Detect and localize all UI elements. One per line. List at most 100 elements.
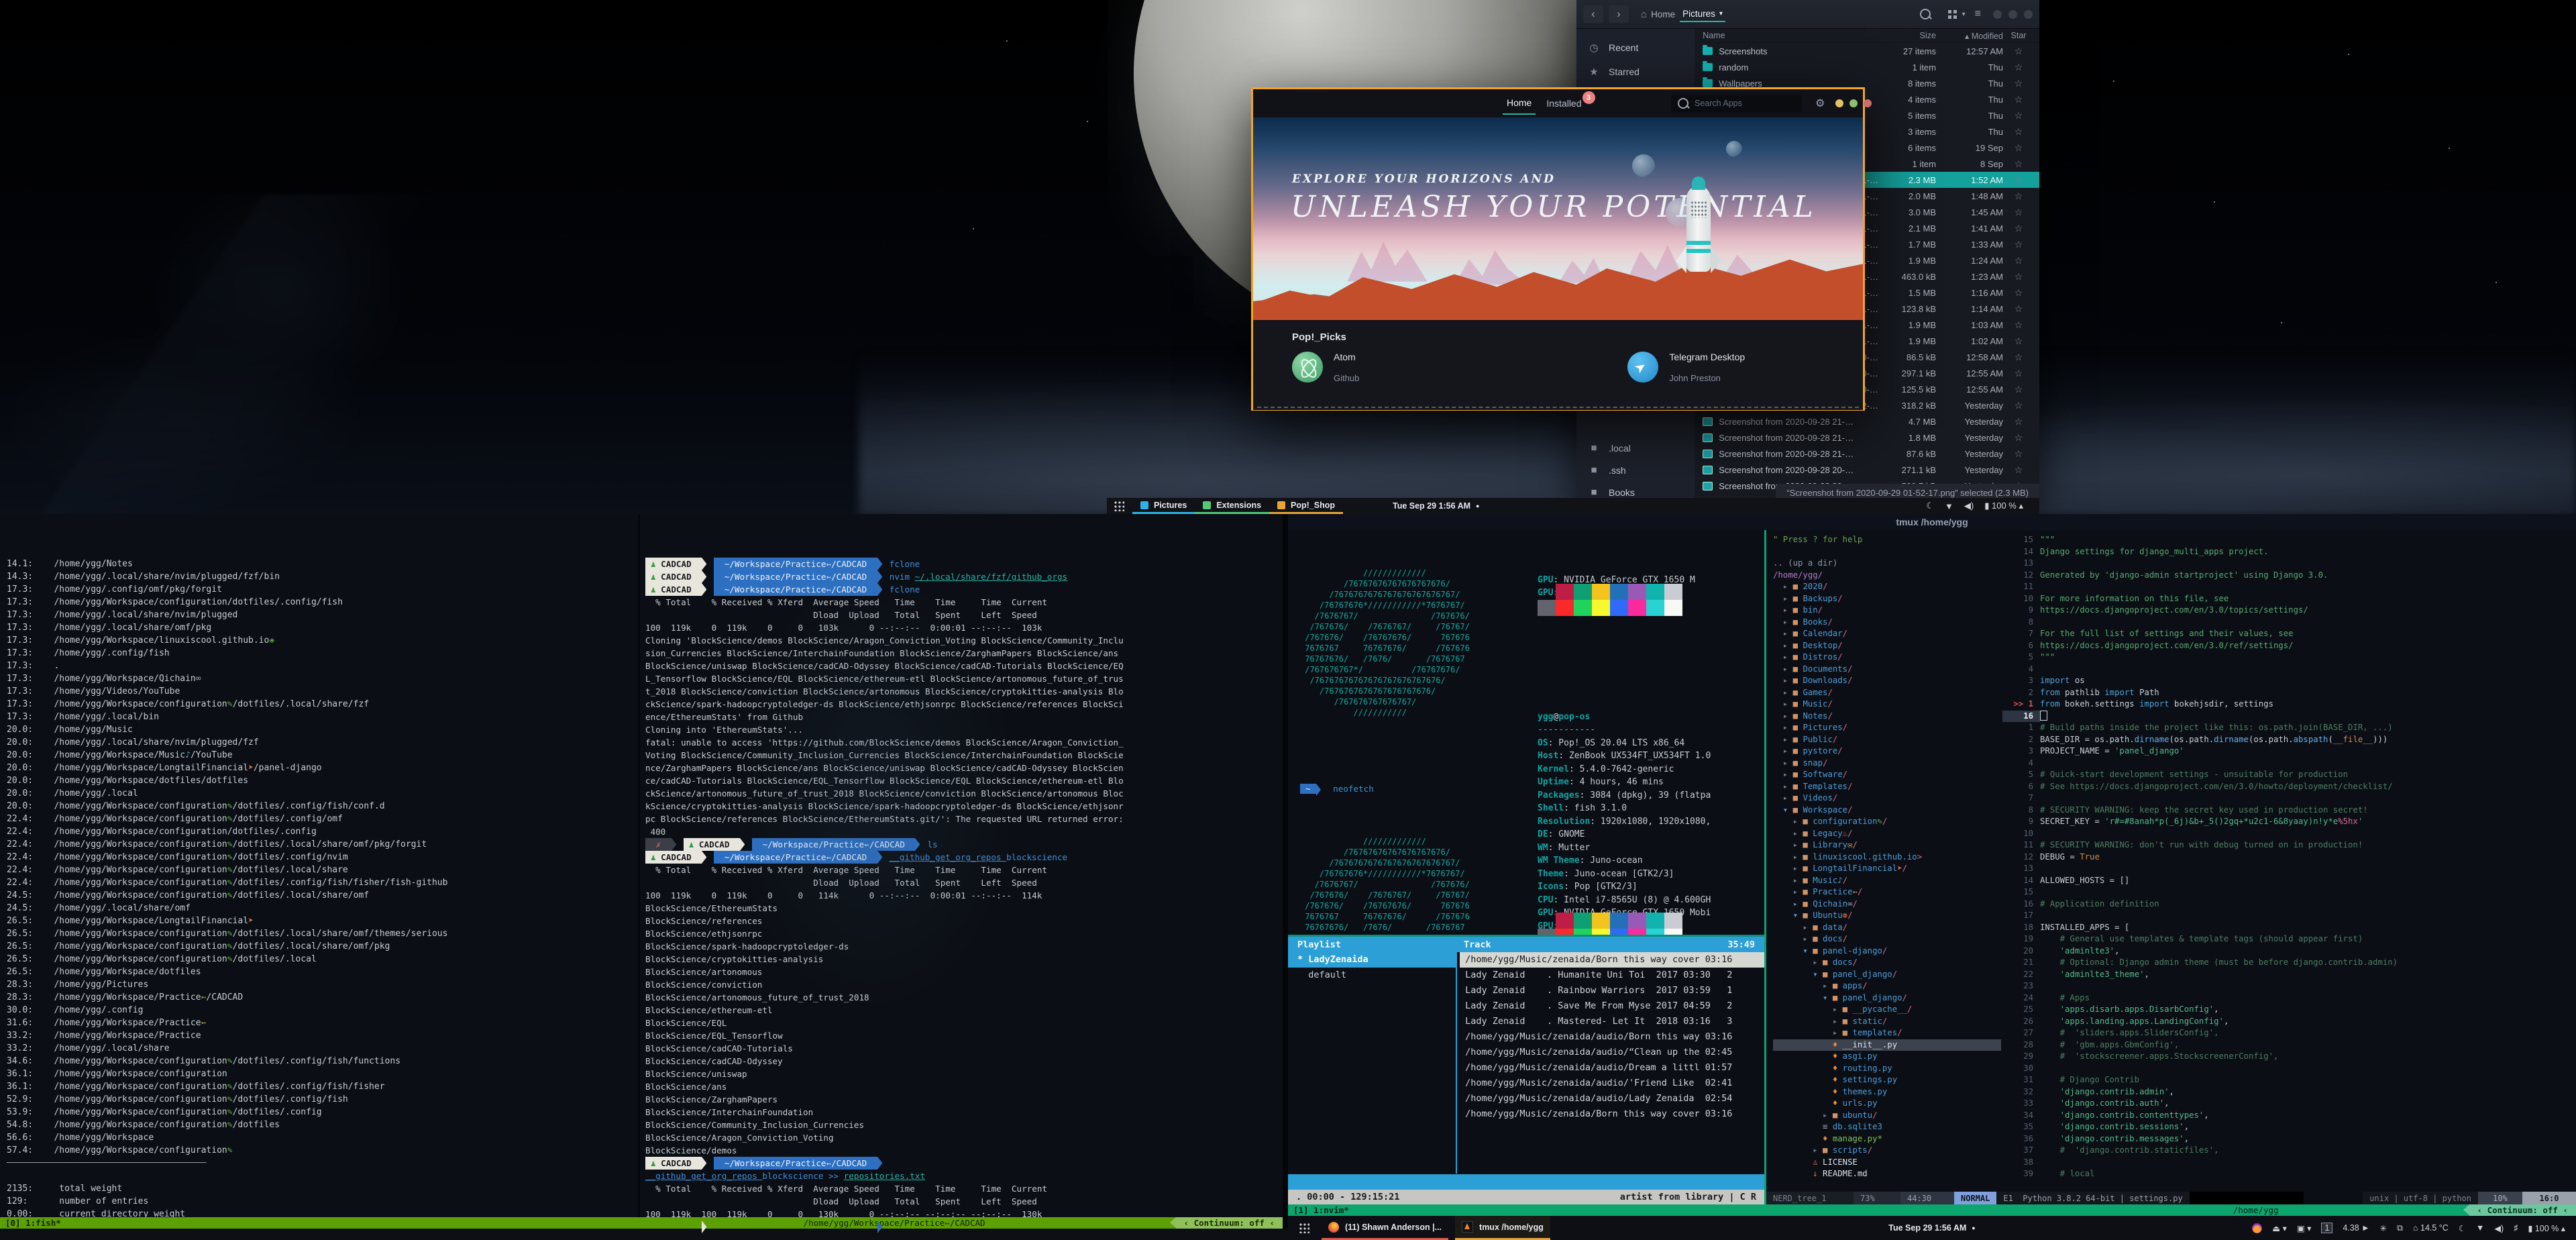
file-row[interactable]: Screenshot from 2020-09-28 21-… 87.6 kB …: [1695, 446, 2039, 462]
tray-icon[interactable]: ▣ ▾: [2297, 1223, 2312, 1233]
star-icon[interactable]: ☆: [2003, 271, 2034, 282]
star-icon[interactable]: ☆: [2003, 400, 2034, 411]
pane-git-clone[interactable]: ♟ CADCAD ~/Workspace/Practice➳/CADCAD fc…: [645, 519, 1276, 1240]
view-grid-icon[interactable]: [1948, 10, 1957, 19]
launcher-grid-icon[interactable]: [1299, 1223, 1309, 1233]
vim-buffer-settings-py[interactable]: 15 """ 14 Django settings for django_mul…: [2002, 534, 2576, 1180]
launcher-grid-icon[interactable]: [1114, 501, 1124, 511]
taskbar-firefox-button[interactable]: (11) Shawn Anderson |...: [1322, 1216, 1448, 1240]
tray-icon[interactable]: ☾: [2459, 1223, 2466, 1233]
forward-button[interactable]: ›: [1609, 5, 1629, 23]
star-icon[interactable]: ☆: [2003, 303, 2034, 315]
tray-icon[interactable]: ▼: [1945, 501, 1953, 511]
app-card[interactable]: Atom Github: [1292, 352, 1359, 383]
file-row[interactable]: Screenshots 27 items 12:57 AM ☆: [1695, 43, 2039, 59]
clock[interactable]: Tue Sep 29 1:56 AM●: [1888, 1223, 1975, 1233]
star-icon[interactable]: ☆: [2003, 239, 2034, 250]
current-folder-tab[interactable]: Pictures▾: [1680, 7, 1725, 22]
star-icon[interactable]: ☆: [2003, 384, 2034, 395]
tray-icon[interactable]: ⌂ 14.5 °C: [2413, 1223, 2449, 1233]
star-icon[interactable]: ☆: [2003, 287, 2034, 299]
sidebar-item[interactable]: ◷ Recent: [1576, 36, 1695, 60]
track-item[interactable]: /home/ygg/Music/zenaida/audio/“Clean up …: [1460, 1045, 1764, 1060]
home-breadcrumb[interactable]: ⌂ Home: [1641, 9, 1675, 20]
clock[interactable]: Tue Sep 29 1:56 AM●: [1393, 501, 1479, 511]
popshop-banner[interactable]: EXPLORE YOUR HORIZONS AND UNLEASH YOUR P…: [1253, 117, 1863, 320]
terminal-left-session[interactable]: 14.1: /home/ygg/Notes14.3: /home/ygg/.lo…: [0, 514, 1283, 1229]
playlist-item[interactable]: * LadyZenaida: [1288, 952, 1456, 968]
pane-cmus-player[interactable]: Playlist Track 35:49 * LadyZenaida defau…: [1288, 937, 1764, 1204]
star-icon[interactable]: ☆: [2003, 78, 2034, 89]
star-icon[interactable]: ☆: [2003, 207, 2034, 218]
star-icon[interactable]: ☆: [2003, 142, 2034, 154]
menu-icon[interactable]: ≡: [1975, 8, 1981, 20]
taskbar-window-button[interactable]: Pop!_Shop: [1269, 498, 1343, 514]
star-icon[interactable]: ☆: [2003, 126, 2034, 138]
tray-icon[interactable]: 4.38 ►: [2343, 1223, 2369, 1233]
sidebar-item[interactable]: ■ .local: [1576, 437, 1695, 459]
pane-autojump-stats[interactable]: 14.1: /home/ygg/Notes14.3: /home/ygg/.lo…: [7, 519, 634, 1240]
star-icon[interactable]: ☆: [2003, 191, 2034, 202]
track-item[interactable]: Lady Zenaid . Mastered- Let It 2018 03:1…: [1460, 1014, 1764, 1029]
taskbar-window-button[interactable]: Pictures: [1132, 498, 1195, 514]
tray-icon[interactable]: ▮ 100 % ▴: [2528, 1223, 2565, 1233]
tray-icon[interactable]: 1: [2321, 1223, 2332, 1233]
pane-vim[interactable]: " Press ? for help.. (up a dir)/home/ygg…: [1766, 530, 2576, 1204]
star-icon[interactable]: ☆: [2003, 223, 2034, 234]
sidebar-item[interactable]: ■ .ssh: [1576, 459, 1695, 481]
view-caret[interactable]: ▾: [1962, 11, 1966, 18]
window-controls[interactable]: [1993, 10, 2033, 19]
tray-icon[interactable]: ◀): [1964, 501, 1974, 511]
pane-divider[interactable]: [638, 514, 640, 1217]
search-icon[interactable]: [1920, 9, 1931, 19]
track-item[interactable]: /home/ygg/Music/zenaida/audio/'Friend Li…: [1460, 1076, 1764, 1091]
star-icon[interactable]: ☆: [2003, 110, 2034, 121]
taskbar-window-button[interactable]: Extensions: [1195, 498, 1269, 514]
gear-icon[interactable]: ⚙: [1815, 97, 1825, 110]
tray-icon[interactable]: [2252, 1223, 2262, 1233]
star-icon[interactable]: ☆: [2003, 94, 2034, 105]
terminal-right-session[interactable]: tmux /home/ygg ///////////// /7676767676…: [1288, 514, 2576, 1216]
star-icon[interactable]: ☆: [2003, 368, 2034, 379]
star-icon[interactable]: ☆: [2003, 158, 2034, 170]
playlist-item[interactable]: default: [1288, 968, 1456, 983]
pane-neofetch[interactable]: ///////////// /76767676767676767676/ /76…: [1288, 530, 1764, 935]
nerdtree-explorer[interactable]: " Press ? for help.. (up a dir)/home/ygg…: [1773, 534, 2001, 1180]
tray-icon[interactable]: ⧉: [2397, 1223, 2403, 1233]
window-controls[interactable]: [1835, 99, 1872, 107]
taskbar-terminal-button[interactable]: tmux /home/ygg: [1455, 1216, 1550, 1240]
star-icon[interactable]: ☆: [2003, 174, 2034, 186]
list-column-headers[interactable]: Name Size ▴ Modified Star: [1695, 29, 2039, 43]
tab-home[interactable]: Home: [1503, 92, 1536, 115]
app-card[interactable]: Telegram Desktop John Preston: [1627, 352, 1745, 383]
tray-icon[interactable]: ▮ 100 % ▴: [1984, 501, 2023, 511]
track-item[interactable]: /home/ygg/Music/zenaida/audio/Lady Zenai…: [1460, 1091, 1764, 1106]
tray-icon[interactable]: ◀): [2494, 1223, 2504, 1233]
track-item[interactable]: Lady Zenaid . Save Me From Myse 2017 04:…: [1460, 998, 1764, 1014]
tray-icon[interactable]: ▼: [2476, 1223, 2484, 1233]
tray-icon[interactable]: ✳: [2380, 1223, 2387, 1233]
star-icon[interactable]: ☆: [2003, 255, 2034, 266]
star-icon[interactable]: ☆: [2003, 448, 2034, 460]
track-item[interactable]: Lady Zenaid . Rainbow Warriors 2017 03:5…: [1460, 983, 1764, 998]
track-item[interactable]: /home/ygg/Music/zenaida/Born this way co…: [1460, 1106, 1764, 1122]
file-row[interactable]: Screenshot from 2020-09-28 21-… 4.7 MB Y…: [1695, 413, 2039, 429]
tray-icon[interactable]: ☾: [1926, 501, 1934, 511]
star-icon[interactable]: ☆: [2003, 319, 2034, 331]
track-item[interactable]: /home/ygg/Music/zenaida/Born this way co…: [1460, 952, 1764, 968]
file-row[interactable]: Screenshot from 2020-09-28 21-… 1.8 MB Y…: [1695, 429, 2039, 446]
search-apps-field[interactable]: Search Apps: [1671, 95, 1802, 113]
tray-icon[interactable]: ♯: [2514, 1223, 2518, 1233]
star-icon[interactable]: ☆: [2003, 432, 2034, 444]
file-row[interactable]: random 1 item Thu ☆: [1695, 59, 2039, 75]
track-item[interactable]: /home/ygg/Music/zenaida/audio/Dream a li…: [1460, 1060, 1764, 1076]
star-icon[interactable]: ☆: [2003, 416, 2034, 427]
tab-installed[interactable]: Installed 3: [1542, 93, 1585, 114]
star-icon[interactable]: ☆: [2003, 352, 2034, 363]
star-icon[interactable]: ☆: [2003, 46, 2034, 57]
back-button[interactable]: ‹: [1583, 5, 1603, 23]
track-item[interactable]: /home/ygg/Music/zenaida/audio/Born this …: [1460, 1029, 1764, 1045]
track-item[interactable]: Lady Zenaid . Humanite Uni Toi 2017 03:3…: [1460, 968, 1764, 983]
star-icon[interactable]: ☆: [2003, 464, 2034, 476]
star-icon[interactable]: ☆: [2003, 62, 2034, 73]
